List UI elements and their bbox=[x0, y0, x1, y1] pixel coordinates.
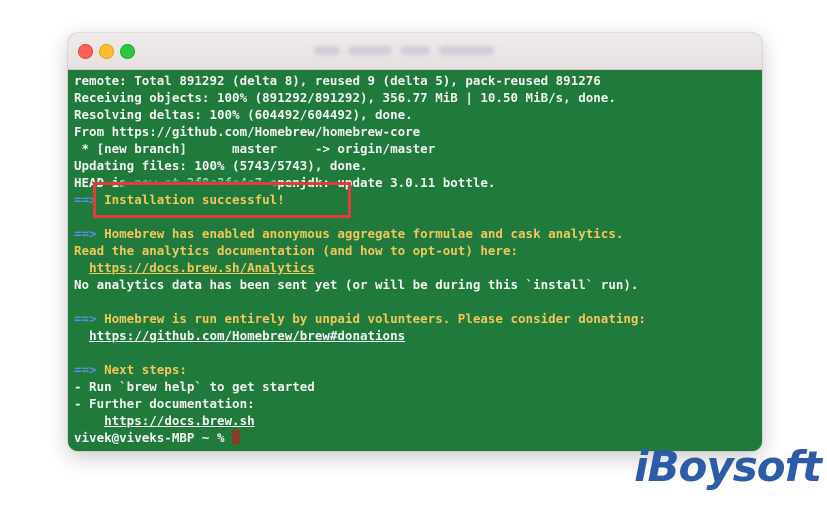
terminal-link[interactable]: https://github.com/Homebrew/brew#donatio… bbox=[89, 328, 405, 343]
blurred-window-title bbox=[348, 46, 392, 55]
arrow-marker: ==> bbox=[74, 311, 97, 326]
terminal-text: * [new branch] master -> origin/master bbox=[74, 141, 436, 156]
terminal-text: Updating files: 100% (5743/5743), done. bbox=[74, 158, 368, 173]
arrow-marker: ==> bbox=[74, 226, 97, 241]
terminal-window: remote: Total 891292 (delta 8), reused 9… bbox=[68, 33, 762, 451]
blurred-window-title bbox=[438, 46, 494, 55]
terminal-line: - Further documentation: bbox=[74, 395, 762, 412]
terminal-text: From https://github.com/Homebrew/homebre… bbox=[74, 124, 421, 139]
terminal-text: Receiving objects: 100% (891292/891292),… bbox=[74, 90, 616, 105]
terminal-text: vivek@viveks-MBP ~ % bbox=[74, 430, 233, 445]
terminal-text: Next steps: bbox=[96, 362, 187, 377]
arrow-marker: ==> bbox=[74, 362, 97, 377]
terminal-line: ==> Next steps: bbox=[74, 361, 762, 378]
terminal-text: Resolving deltas: 100% (604492/604492), … bbox=[74, 107, 413, 122]
terminal-line: remote: Total 891292 (delta 8), reused 9… bbox=[74, 72, 762, 89]
terminal-text: Read the analytics documentation (and ho… bbox=[74, 243, 519, 258]
terminal-text: Homebrew is run entirely by unpaid volun… bbox=[96, 311, 646, 326]
blurred-window-title bbox=[400, 46, 430, 55]
terminal-line: From https://github.com/Homebrew/homebre… bbox=[74, 123, 762, 140]
terminal-text: Homebrew has enabled anonymous aggregate… bbox=[96, 226, 624, 241]
terminal-line: ==> Installation successful! bbox=[74, 191, 762, 208]
terminal-line: ==> Homebrew is run entirely by unpaid v… bbox=[74, 310, 762, 327]
terminal-link[interactable]: https://docs.brew.sh/Analytics bbox=[89, 260, 315, 275]
terminal-text: No analytics data has been sent yet (or … bbox=[74, 277, 639, 292]
terminal-text: - Run `brew help` to get started bbox=[74, 379, 315, 394]
screenshot-stage: remote: Total 891292 (delta 8), reused 9… bbox=[0, 0, 827, 505]
terminal-line: - Run `brew help` to get started bbox=[74, 378, 762, 395]
close-window-button[interactable] bbox=[78, 44, 93, 59]
terminal-line: * [new branch] master -> origin/master bbox=[74, 140, 762, 157]
arrow-marker: ==> bbox=[74, 192, 97, 207]
minimize-window-button[interactable] bbox=[99, 44, 114, 59]
blurred-window-title bbox=[314, 46, 340, 55]
terminal-cursor bbox=[232, 430, 241, 444]
terminal-line: No analytics data has been sent yet (or … bbox=[74, 276, 762, 293]
terminal-line: ==> Homebrew has enabled anonymous aggre… bbox=[74, 225, 762, 242]
terminal-text: remote: Total 891292 (delta 8), reused 9… bbox=[74, 73, 601, 88]
terminal-text: Installation successful! bbox=[96, 192, 285, 207]
terminal-line: Updating files: 100% (5743/5743), done. bbox=[74, 157, 762, 174]
terminal-link[interactable]: https://docs.brew.sh bbox=[104, 413, 255, 428]
zoom-window-button[interactable] bbox=[120, 44, 135, 59]
terminal-line: https://github.com/Homebrew/brew#donatio… bbox=[74, 327, 762, 344]
terminal-line: Read the analytics documentation (and ho… bbox=[74, 242, 762, 259]
blurred-region bbox=[122, 180, 276, 191]
terminal-line: https://docs.brew.sh/Analytics bbox=[74, 259, 762, 276]
terminal-line: Resolving deltas: 100% (604492/604492), … bbox=[74, 106, 762, 123]
title-bar[interactable] bbox=[68, 33, 762, 70]
terminal-output[interactable]: remote: Total 891292 (delta 8), reused 9… bbox=[68, 70, 762, 451]
terminal-line: https://docs.brew.sh bbox=[74, 412, 762, 429]
terminal-text: - Further documentation: bbox=[74, 396, 255, 411]
terminal-line: Receiving objects: 100% (891292/891292),… bbox=[74, 89, 762, 106]
iboysoft-logo: iBoysoft bbox=[634, 442, 822, 491]
